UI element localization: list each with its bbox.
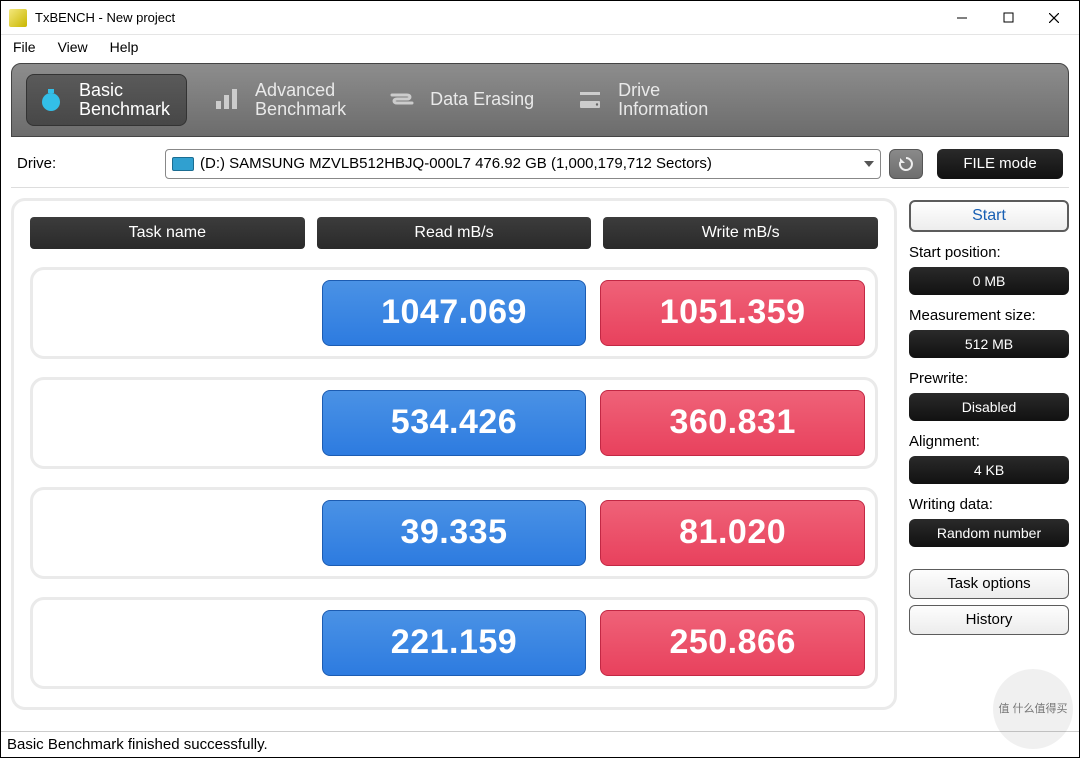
chevron-down-icon xyxy=(864,161,874,167)
writing-data-value[interactable]: Random number xyxy=(909,519,1069,547)
drive-row: Drive: (D:) SAMSUNG MZVLB512HBJQ-000L7 4… xyxy=(11,145,1069,187)
measurement-size-value[interactable]: 512 MB xyxy=(909,330,1069,358)
menu-help[interactable]: Help xyxy=(110,39,139,55)
history-button[interactable]: History xyxy=(909,605,1069,635)
start-position-label: Start position: xyxy=(909,244,1069,261)
alignment-label: Alignment: xyxy=(909,433,1069,450)
start-button[interactable]: Start xyxy=(909,200,1069,232)
write-value: 250.866 xyxy=(600,610,865,676)
bars-icon xyxy=(213,86,241,114)
menu-file[interactable]: File xyxy=(13,39,36,55)
col-read: Read mB/s xyxy=(317,217,592,249)
file-mode-button[interactable]: FILE mode xyxy=(937,149,1063,179)
tab-basic-benchmark[interactable]: Basic Benchmark xyxy=(26,74,187,126)
write-value: 360.831 xyxy=(600,390,865,456)
drive-selected-text: (D:) SAMSUNG MZVLB512HBJQ-000L7 476.92 G… xyxy=(200,155,712,172)
result-row-0: SequentialMax(512 KB) QD32 1047.069 1051… xyxy=(30,267,878,359)
write-value: 81.020 xyxy=(600,500,865,566)
window-controls xyxy=(939,3,1077,33)
refresh-icon xyxy=(897,155,915,173)
result-row-3: Random4 KB QD32 221.159 250.866 xyxy=(30,597,878,689)
tab-advanced-benchmark[interactable]: Advanced Benchmark xyxy=(203,74,362,126)
sidebar: Start Start position: 0 MB Measurement s… xyxy=(909,198,1069,710)
tab-data-erasing[interactable]: Data Erasing xyxy=(378,74,550,126)
task-name: Random4 KB QD32 xyxy=(43,610,308,676)
app-icon xyxy=(9,9,27,27)
prewrite-value[interactable]: Disabled xyxy=(909,393,1069,421)
task-name: SequentialMax(512 KB) QD32 xyxy=(43,280,308,346)
read-value: 1047.069 xyxy=(322,280,587,346)
tab-label: Data Erasing xyxy=(430,90,534,109)
read-value: 534.426 xyxy=(322,390,587,456)
results-header: Task name Read mB/s Write mB/s xyxy=(30,217,878,249)
start-position-value[interactable]: 0 MB xyxy=(909,267,1069,295)
read-value: 221.159 xyxy=(322,610,587,676)
erase-icon xyxy=(388,86,416,114)
menu-view[interactable]: View xyxy=(58,39,88,55)
tab-drive-information[interactable]: Drive Information xyxy=(566,74,724,126)
main-area: Task name Read mB/s Write mB/s Sequentia… xyxy=(11,187,1069,710)
result-row-2: Random4 KB QD1 39.335 81.020 xyxy=(30,487,878,579)
menubar: File View Help xyxy=(1,35,1079,61)
status-bar: Basic Benchmark finished successfully. xyxy=(1,731,1080,757)
drive-select[interactable]: (D:) SAMSUNG MZVLB512HBJQ-000L7 476.92 G… xyxy=(165,149,881,179)
alignment-value[interactable]: 4 KB xyxy=(909,456,1069,484)
col-write: Write mB/s xyxy=(603,217,878,249)
result-row-1: RandomMax(512 KB) QD1 534.426 360.831 xyxy=(30,377,878,469)
read-value: 39.335 xyxy=(322,500,587,566)
tab-label: Advanced Benchmark xyxy=(255,81,346,119)
drive-icon xyxy=(576,86,604,114)
tab-label: Basic Benchmark xyxy=(79,81,170,119)
tab-label: Drive Information xyxy=(618,81,708,119)
maximize-button[interactable] xyxy=(985,3,1031,33)
write-value: 1051.359 xyxy=(600,280,865,346)
writing-data-label: Writing data: xyxy=(909,496,1069,513)
prewrite-label: Prewrite: xyxy=(909,370,1069,387)
col-task: Task name xyxy=(30,217,305,249)
minimize-button[interactable] xyxy=(939,3,985,33)
close-button[interactable] xyxy=(1031,3,1077,33)
task-name: Random4 KB QD1 xyxy=(43,500,308,566)
task-name: RandomMax(512 KB) QD1 xyxy=(43,390,308,456)
measurement-size-label: Measurement size: xyxy=(909,307,1069,324)
titlebar: TxBENCH - New project xyxy=(1,1,1079,35)
refresh-button[interactable] xyxy=(889,149,923,179)
results-panel: Task name Read mB/s Write mB/s Sequentia… xyxy=(11,198,897,710)
tabstrip: Basic Benchmark Advanced Benchmark Data … xyxy=(11,63,1069,137)
watermark: 值 什么值得买 xyxy=(993,669,1073,749)
task-options-button[interactable]: Task options xyxy=(909,569,1069,599)
drive-label: Drive: xyxy=(17,155,157,172)
disk-icon xyxy=(172,157,194,171)
window-title: TxBENCH - New project xyxy=(35,10,175,25)
stopwatch-icon xyxy=(37,86,65,114)
